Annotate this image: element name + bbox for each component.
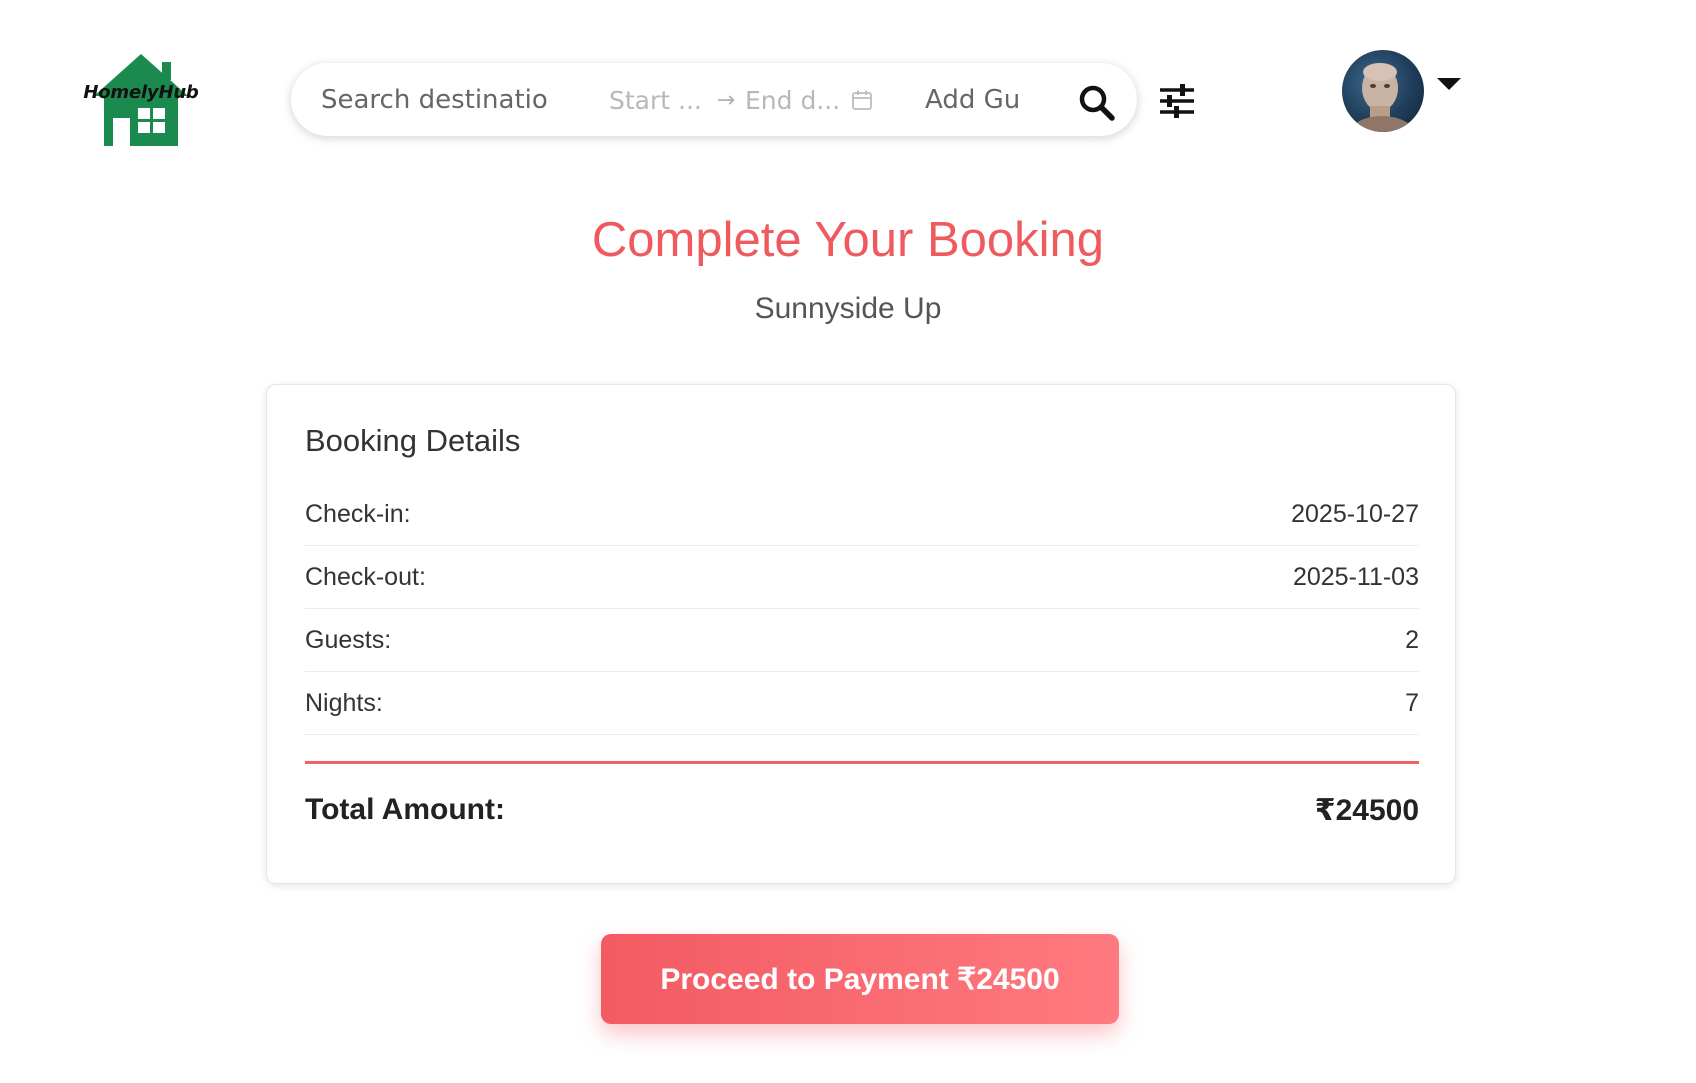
booking-details-title: Booking Details <box>305 423 521 458</box>
total-divider <box>305 761 1419 764</box>
logo-text: HomelyHub <box>83 82 199 103</box>
date-range-picker[interactable]: Start ... → End d... <box>609 81 889 119</box>
page-title: Complete Your Booking <box>591 213 1105 267</box>
user-avatar[interactable] <box>1342 50 1424 132</box>
detail-label: Check-in: <box>305 499 411 528</box>
calendar-icon[interactable] <box>851 89 873 111</box>
property-name: Sunnyside Up <box>754 292 942 325</box>
detail-value: 2025-11-03 <box>1292 562 1419 591</box>
total-label: Total Amount: <box>305 793 505 826</box>
search-icon[interactable] <box>1077 83 1117 123</box>
destination-search-input[interactable] <box>319 81 574 119</box>
homelyhub-logo[interactable]: HomelyHub <box>80 52 202 148</box>
guests-row: Guests: 2 <box>305 609 1419 672</box>
detail-value: 2 <box>1405 625 1419 654</box>
check-out-row: Check-out: 2025-11-03 <box>305 546 1419 609</box>
nights-row: Nights: 7 <box>305 672 1419 735</box>
add-guests-input[interactable] <box>923 81 1033 119</box>
sliders-icon[interactable] <box>1158 82 1196 120</box>
detail-value: 7 <box>1405 688 1419 717</box>
top-header: HomelyHub Start ... → End d... <box>0 0 1696 170</box>
check-in-row: Check-in: 2025-10-27 <box>305 483 1419 546</box>
total-value: ₹24500 <box>1314 793 1419 827</box>
detail-value: 2025-10-27 <box>1291 499 1419 528</box>
total-amount-row: Total Amount: ₹24500 <box>305 785 1419 835</box>
search-bar: Start ... → End d... <box>291 63 1137 136</box>
detail-label: Check-out: <box>305 562 426 591</box>
user-photo-icon <box>1348 63 1416 132</box>
proceed-to-payment-button[interactable]: Proceed to Payment ₹24500 <box>601 934 1119 1024</box>
detail-label: Nights: <box>305 688 383 717</box>
end-date-field[interactable]: End d... <box>745 86 845 115</box>
booking-details-card: Booking Details Check-in: 2025-10-27 Che… <box>266 384 1456 884</box>
arrow-right-icon: → <box>716 87 736 113</box>
detail-label: Guests: <box>305 625 392 654</box>
caret-down-icon[interactable] <box>1436 76 1462 92</box>
start-date-field[interactable]: Start ... <box>609 86 709 115</box>
